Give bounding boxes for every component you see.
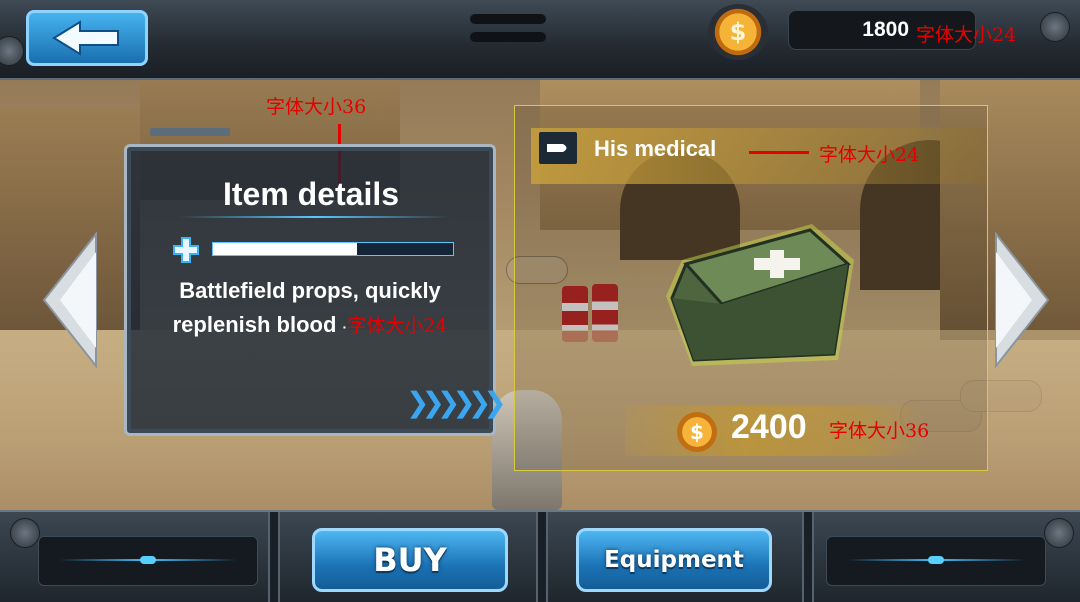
item-header: His medical 字体大小24 xyxy=(531,128,987,184)
back-arrow-icon xyxy=(52,20,119,56)
description-line-2: replenish blood ·字体大小24 xyxy=(172,312,448,337)
back-button[interactable] xyxy=(26,10,148,66)
bolt-icon xyxy=(1044,518,1074,548)
medkit-icon xyxy=(666,224,854,366)
health-bar xyxy=(212,242,454,256)
item-name: His medical xyxy=(594,136,717,161)
buy-button[interactable]: BUY xyxy=(312,528,508,592)
equipment-button[interactable]: Equipment xyxy=(576,528,772,592)
description-font-annotation: 字体大小24 xyxy=(347,315,448,337)
plus-icon xyxy=(173,237,199,263)
item-description: Battlefield props, quickly replenish blo… xyxy=(140,274,480,344)
gold-amount: 1800 xyxy=(862,18,909,41)
coin-icon: $ xyxy=(708,4,768,60)
gold-font-annotation: 字体大小24 xyxy=(916,24,1017,46)
chevrons-icon: ❯❯❯❯❯❯ xyxy=(406,386,507,419)
description-line: replenish blood xyxy=(172,312,337,337)
left-slot xyxy=(38,536,258,586)
item-details-panel: Item details Battlefield props, quickly … xyxy=(120,124,507,446)
menu-icon[interactable] xyxy=(470,14,546,50)
name-font-annotation: 字体大小24 xyxy=(819,144,920,166)
coin-icon: $ xyxy=(677,412,717,452)
bolt-icon xyxy=(1040,12,1070,42)
previous-item-arrow-icon[interactable] xyxy=(40,232,98,368)
price-font-annotation: 字体大小36 xyxy=(829,420,930,442)
bolt-icon xyxy=(0,36,24,66)
item-details-title: Item details xyxy=(222,176,400,212)
divider xyxy=(536,512,548,602)
item-card: His medical 字体大小24 $ 2400 字体大小36 xyxy=(514,105,988,471)
next-item-arrow-icon[interactable] xyxy=(994,232,1052,368)
title-underline xyxy=(180,216,450,218)
bolt-icon xyxy=(10,518,40,548)
frame-tab xyxy=(150,128,230,136)
description-line: Battlefield props, quickly xyxy=(179,278,441,303)
health-bar-fill xyxy=(213,243,357,255)
divider xyxy=(802,512,814,602)
top-bar: $ 1800 字体大小24 xyxy=(0,0,1080,80)
title-font-annotation: 字体大小36 xyxy=(266,96,367,118)
bullet-icon xyxy=(539,132,577,164)
item-price: 2400 xyxy=(731,408,807,446)
divider xyxy=(268,512,280,602)
bottom-bar: BUY Equipment xyxy=(0,510,1080,602)
annotation-pointer xyxy=(749,151,809,154)
right-slot xyxy=(826,536,1046,586)
